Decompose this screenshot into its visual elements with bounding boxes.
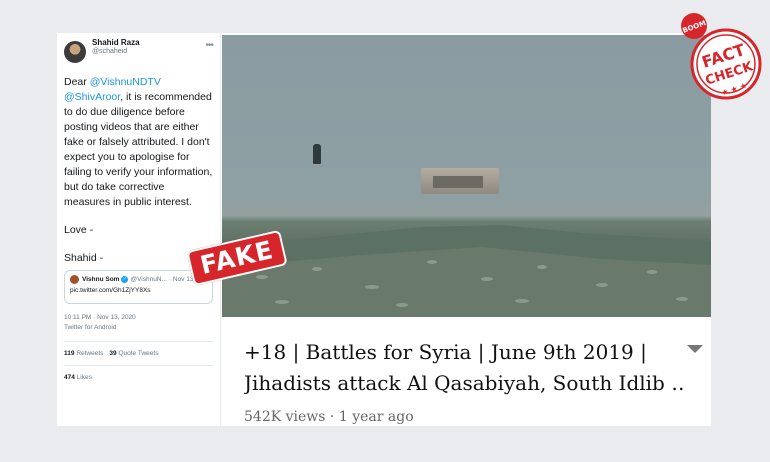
user-handle[interactable]: @schaheid	[92, 48, 205, 56]
quotes-label: Quote Tweets	[118, 350, 159, 357]
soldier-figure	[313, 144, 321, 164]
view-count: 542K views	[244, 409, 326, 425]
tweet-timestamp[interactable]: 10:11 PM · Nov 13, 2020	[64, 313, 213, 323]
bunker-opening	[433, 176, 483, 188]
fact-check-badge: BOOM FACT CHECK ★ ★ ★	[681, 13, 762, 100]
likes-stats: 474 Likes	[64, 374, 213, 381]
tweet-source[interactable]: Twitter for Android	[64, 323, 213, 333]
divider	[64, 365, 213, 366]
retweets-count: 119	[64, 350, 75, 357]
divider	[64, 341, 213, 342]
bunker-structure	[421, 168, 499, 194]
hillside-scene	[222, 225, 711, 317]
quote-tweets-stat[interactable]: 39 Quote Tweets	[109, 350, 158, 357]
quoted-tweet[interactable]: Vishnu Som ✓ @VishnuN... · Nov 13 pic.tw…	[64, 270, 213, 304]
tweet-body-text: , it is recommended to do due diligence …	[64, 91, 213, 208]
quoted-name: Vishnu Som	[82, 276, 120, 283]
quoted-avatar	[70, 275, 79, 284]
quoted-date: · Nov 13	[168, 276, 194, 283]
avatar[interactable]	[64, 41, 86, 63]
mention-link[interactable]: @ShivAroor	[64, 91, 120, 103]
verified-icon: ✓	[121, 276, 129, 283]
engagement-stats: 119 Retweets 39 Quote Tweets	[64, 350, 213, 357]
video-title-line-1[interactable]: +18 | Battles for Syria | June 9th 2019 …	[244, 337, 684, 368]
tweet-meta: 10:11 PM · Nov 13, 2020 Twitter for Andr…	[64, 313, 213, 333]
tweet-love: Love -	[64, 224, 94, 236]
likes-label: Likes	[76, 374, 92, 381]
display-name[interactable]: Shahid Raza	[92, 38, 205, 48]
quotes-count: 39	[109, 350, 117, 357]
mention-link[interactable]: @VishnuNDTV	[90, 76, 161, 88]
video-meta: 542K views · 1 year ago	[244, 409, 414, 425]
tweet-card: Shahid Raza @schaheid ••• Dear @VishnuND…	[57, 33, 221, 426]
quoted-handle: @VishnuN...	[130, 276, 167, 283]
greeting: Dear	[64, 76, 87, 88]
retweets-label: Retweets	[76, 350, 104, 357]
retweets-stat[interactable]: 119 Retweets	[64, 350, 103, 357]
chevron-down-icon[interactable]	[687, 345, 703, 353]
quoted-tweet-header: Vishnu Som ✓ @VishnuN... · Nov 13	[70, 275, 207, 284]
likes-count: 474	[64, 374, 75, 381]
tweet-author: Shahid Raza @schaheid	[92, 38, 205, 56]
video-title-line-2[interactable]: Jihadists attack Al Qasabiyah, South Idl…	[244, 368, 684, 399]
more-options-icon[interactable]: •••	[205, 41, 213, 51]
quoted-media-link[interactable]: pic.twitter.com/Gh1ZjYY8Xs	[70, 287, 207, 294]
video-player[interactable]	[222, 35, 711, 317]
tweet-text: Dear @VishnuNDTV @ShivAroor, it is recom…	[64, 75, 213, 266]
likes-stat[interactable]: 474 Likes	[64, 374, 92, 381]
video-info: +18 | Battles for Syria | June 9th 2019 …	[222, 317, 711, 426]
tweet-header: Shahid Raza @schaheid •••	[64, 38, 214, 69]
tweet-paragraph: Dear @VishnuNDTV @ShivAroor, it is recom…	[64, 75, 213, 210]
upload-age: 1 year ago	[338, 409, 414, 425]
